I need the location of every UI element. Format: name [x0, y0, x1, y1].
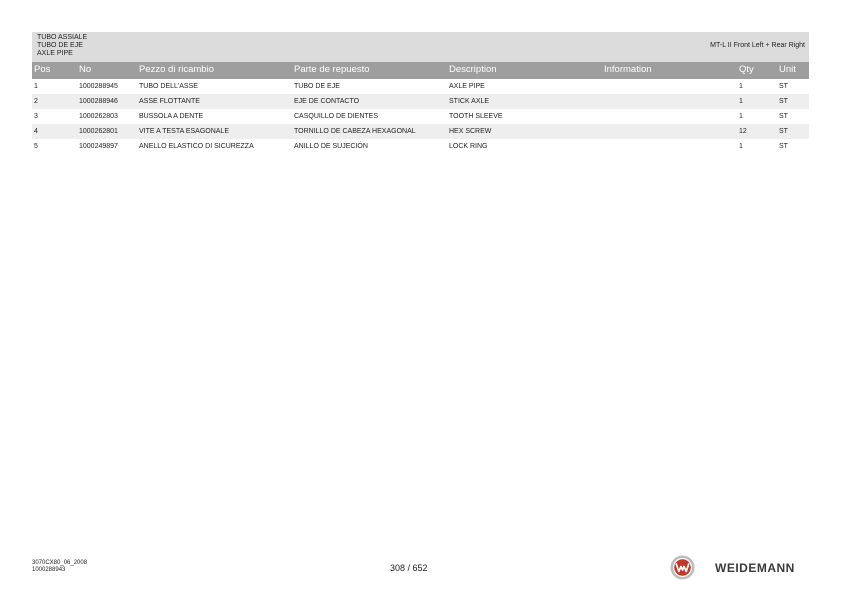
- cell-qty: 1: [739, 98, 743, 105]
- table-row: 4 1000262801 VITE A TESTA ESAGONALE TORN…: [32, 124, 809, 139]
- cell-qty: 1: [739, 113, 743, 120]
- title-italian: TUBO ASSIALE: [37, 34, 88, 41]
- cell-qty: 12: [739, 128, 747, 135]
- cell-description: LOCK RING: [449, 143, 488, 150]
- cell-italian: ASSE FLOTTANTE: [139, 98, 200, 105]
- cell-spanish: TUBO DE EJE: [294, 83, 340, 90]
- cell-unit: ST: [779, 128, 788, 135]
- doc-code: 3070CX80_06_2008: [32, 560, 88, 566]
- cell-pos: 5: [34, 143, 38, 150]
- cell-spanish: CASQUILLO DE DIENTES: [294, 113, 379, 120]
- col-spanish: Parte de repuesto: [294, 64, 370, 75]
- col-unit: Unit: [779, 64, 796, 75]
- cell-pos: 2: [34, 98, 38, 105]
- cell-italian: BUSSOLA A DENTE: [139, 113, 204, 120]
- cell-unit: ST: [779, 143, 788, 150]
- cell-italian: TUBO DELL'ASSE: [139, 83, 198, 90]
- cell-pos: 1: [34, 83, 38, 90]
- assembly-part-number: 1000288943: [32, 567, 66, 573]
- col-qty: Qty: [739, 64, 754, 75]
- table-row: 1 1000288945 TUBO DELL'ASSE TUBO DE EJE …: [32, 79, 809, 94]
- cell-pos: 4: [34, 128, 38, 135]
- table-row: 3 1000262803 BUSSOLA A DENTE CASQUILLO D…: [32, 109, 809, 124]
- cell-qty: 1: [739, 83, 743, 90]
- cell-part-number: 1000262803: [79, 113, 118, 120]
- weidemann-logo-icon: [670, 555, 695, 580]
- cell-part-number: 1000288945: [79, 83, 118, 90]
- assembly-title: TUBO ASSIALE TUBO DE EJE AXLE PIPE: [37, 34, 87, 58]
- table-header: Pos No Pezzo di ricambio Parte de repues…: [32, 62, 809, 79]
- col-description: Description: [449, 64, 497, 75]
- brand-name: WEIDEMANN: [715, 561, 795, 575]
- title-spanish: TUBO DE EJE: [37, 42, 83, 49]
- cell-italian: VITE A TESTA ESAGONALE: [139, 128, 229, 135]
- col-no: No: [79, 64, 92, 75]
- cell-pos: 3: [34, 113, 38, 120]
- col-pos: Pos: [34, 64, 51, 75]
- cell-italian: ANELLO ELASTICO DI SICUREZZA: [139, 143, 254, 150]
- model-label: MT-L II Front Left + Rear Right: [710, 42, 805, 49]
- header-band: TUBO ASSIALE TUBO DE EJE AXLE PIPE MT-L …: [32, 32, 809, 62]
- cell-unit: ST: [779, 113, 788, 120]
- cell-part-number: 1000249897: [79, 143, 118, 150]
- cell-part-number: 1000288946: [79, 98, 118, 105]
- page-number: 308 / 652: [390, 563, 428, 573]
- cell-spanish: EJE DE CONTACTO: [294, 98, 360, 105]
- table-row: 2 1000288946 ASSE FLOTTANTE EJE DE CONTA…: [32, 94, 809, 109]
- col-information: Information: [604, 64, 652, 75]
- cell-description: HEX SCREW: [449, 128, 492, 135]
- cell-qty: 1: [739, 143, 743, 150]
- title-english: AXLE PIPE: [37, 50, 73, 57]
- parts-table: 1 1000288945 TUBO DELL'ASSE TUBO DE EJE …: [32, 79, 809, 154]
- cell-description: STICK AXLE: [449, 98, 490, 105]
- cell-spanish: TORNILLO DE CABEZA HEXAGONAL: [294, 128, 416, 135]
- table-row: 5 1000249897 ANELLO ELASTICO DI SICUREZZ…: [32, 139, 809, 154]
- cell-unit: ST: [779, 98, 788, 105]
- cell-spanish: ANILLO DE SUJECIÓN: [294, 143, 368, 150]
- cell-part-number: 1000262801: [79, 128, 118, 135]
- cell-unit: ST: [779, 83, 788, 90]
- cell-description: TOOTH SLEEVE: [449, 113, 503, 120]
- brand-logo: WEIDEMANN: [670, 555, 810, 581]
- cell-description: AXLE PIPE: [449, 83, 485, 90]
- col-italian: Pezzo di ricambio: [139, 64, 214, 75]
- footer-doc-info: 3070CX80_06_2008 1000288943: [32, 560, 87, 574]
